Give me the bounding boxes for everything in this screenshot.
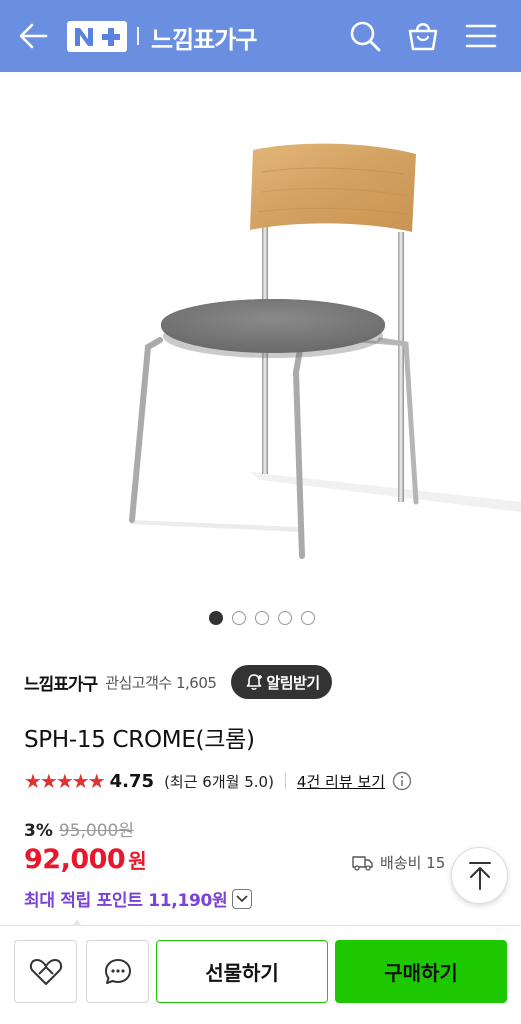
top-header: N+ 느낌표가구 [0,0,521,72]
chat-icon [104,958,131,984]
rating-stars: ★★★★★ [24,769,106,793]
price-row: 92,000 원 [24,844,147,875]
header-divider [137,27,139,45]
plus-icon [102,27,120,46]
naver-plus-logo[interactable]: N+ [67,21,127,52]
pagination-dot[interactable] [231,611,246,625]
original-price: 95,000원 [58,821,134,841]
divider [284,773,286,789]
delivery-text: 배송비 15 [380,854,446,872]
search-icon[interactable] [349,20,381,52]
notify-label: 알림받기 [266,673,320,692]
bottom-action-bar: 선물하기 구매하기 [0,925,521,1024]
chevron-down-icon [236,894,248,902]
buy-button[interactable]: 구매하기 [335,940,507,1003]
image-pagination [0,611,521,625]
pagination-dot[interactable] [254,611,269,625]
store-name[interactable]: 느낌표가구 [24,670,98,695]
pagination-dot[interactable] [208,611,223,625]
points-expand-button[interactable] [232,888,253,909]
rating-score: 4.75 [109,770,155,792]
points-row[interactable]: 최대 적립 포인트 11,190원 [24,886,253,911]
sale-price: 92,000 [24,844,126,875]
gift-button[interactable]: 선물하기 [156,940,328,1003]
info-icon[interactable] [392,771,412,791]
n-letter-icon [75,27,93,46]
chair-illustration [129,143,521,559]
scroll-top-button[interactable] [451,847,508,904]
bell-plus-icon [247,674,263,690]
review-link[interactable]: 4건 리뷰 보기 [297,771,385,792]
pagination-dot[interactable] [277,611,292,625]
arrow-up-icon [468,861,491,890]
pagination-dot[interactable] [300,611,315,625]
delivery-fee[interactable]: 배송비 15 [352,852,445,873]
product-title: SPH-15 CROME(크롬) [24,727,255,753]
notify-button[interactable]: 알림받기 [231,665,332,699]
max-points: 최대 적립 포인트 11,190원 [24,891,228,911]
heart-icon [29,958,62,985]
store-info: 느낌표가구 관심고객수 1,605 알림받기 [24,665,332,699]
chat-button[interactable] [86,940,149,1003]
truck-icon [352,855,373,871]
tooltip-pointer [73,919,81,925]
rating-row: ★★★★★ 4.75 (최근 6개월 5.0) 4건 리뷰 보기 [24,768,412,794]
menu-icon[interactable] [465,20,497,52]
cart-icon[interactable] [407,20,439,52]
discount-row: 3% 95,000원 [24,816,134,841]
wishlist-button[interactable] [14,940,77,1003]
fans-count: 관심고객수 1,605 [105,673,217,692]
currency-unit: 원 [128,849,147,873]
recent-rating: (최근 6개월 5.0) [164,772,274,791]
back-arrow-icon[interactable] [18,22,48,50]
header-store-title[interactable]: 느낌표가구 [151,20,257,55]
discount-rate: 3% [24,821,53,841]
product-image[interactable] [0,72,521,592]
